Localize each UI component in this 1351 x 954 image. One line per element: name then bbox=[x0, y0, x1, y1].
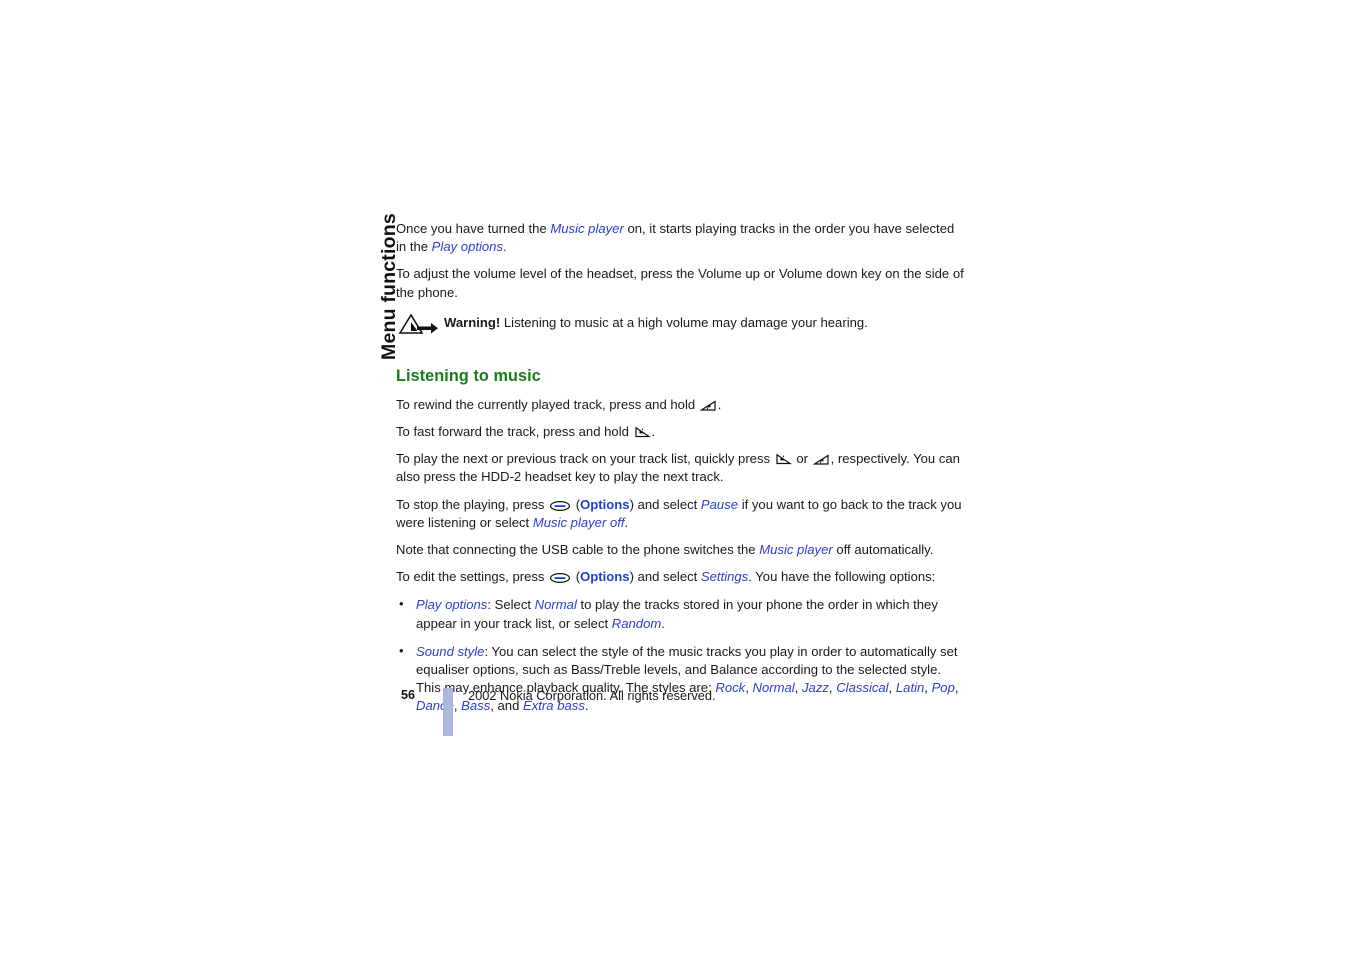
text-fragment: To stop the playing, press bbox=[396, 496, 549, 512]
section-heading: Listening to music bbox=[396, 366, 541, 385]
scroll-right-key-icon bbox=[775, 453, 792, 466]
soft-key-label-options: Options bbox=[580, 496, 630, 512]
text-fragment: . bbox=[503, 239, 507, 255]
options-soft-key-icon bbox=[549, 572, 571, 584]
text-fragment: To fast forward the track, press and hol… bbox=[396, 424, 633, 440]
text-fragment: Listening to music at a high volume may … bbox=[500, 314, 868, 330]
page-number: 56 bbox=[401, 688, 416, 702]
text-fragment: Note that connecting the USB cable to th… bbox=[396, 542, 760, 558]
ui-term-normal: Normal bbox=[534, 597, 577, 613]
scroll-left-key-icon bbox=[699, 399, 717, 412]
paragraph-rewind: To rewind the currently played track, pr… bbox=[396, 396, 966, 414]
text-fragment: or bbox=[792, 451, 812, 467]
text-fragment: To play the next or previous track on yo… bbox=[396, 451, 774, 467]
copyright-notice: 2002 Nokia Corporation. All rights reser… bbox=[468, 688, 716, 703]
text-fragment: . bbox=[661, 615, 665, 631]
warning-triangle-arrow-icon bbox=[398, 312, 440, 338]
side-tab: Menu functions bbox=[356, 213, 400, 362]
ui-term-play-options: Play options bbox=[431, 239, 504, 255]
ui-term-settings: Settings bbox=[700, 569, 749, 585]
ui-term-sound-style: Sound style bbox=[416, 643, 485, 659]
paragraph-fast-forward: To fast forward the track, press and hol… bbox=[396, 423, 966, 441]
soft-key-label-options: Options bbox=[580, 569, 630, 585]
paragraph-stop-playing: To stop the playing, press (Options) and… bbox=[396, 496, 966, 532]
text-fragment: To rewind the currently played track, pr… bbox=[396, 396, 699, 412]
text-fragment: : Select bbox=[487, 597, 535, 613]
ui-term-play-options: Play options bbox=[416, 597, 488, 613]
ui-term-music-player: Music player bbox=[759, 542, 833, 558]
paragraph-volume: To adjust the volume level of the headse… bbox=[396, 266, 964, 300]
manual-page: Menu functions Once you have turned the … bbox=[0, 0, 1351, 954]
text-fragment: . bbox=[651, 424, 656, 440]
text-fragment: ( bbox=[572, 496, 581, 512]
text-fragment: ) and select bbox=[629, 496, 701, 512]
page-content: Once you have turned the Music player on… bbox=[396, 220, 966, 726]
ui-term-random: Random bbox=[611, 615, 662, 631]
ui-term-pause: Pause bbox=[700, 496, 739, 512]
text-fragment: . bbox=[624, 514, 629, 530]
scroll-left-key-icon bbox=[812, 453, 830, 466]
footer-accent-bar bbox=[443, 688, 453, 736]
text-fragment: ( bbox=[572, 569, 581, 585]
paragraph-intro: Once you have turned the Music player on… bbox=[396, 220, 966, 256]
paragraph-usb-note: Note that connecting the USB cable to th… bbox=[396, 541, 966, 559]
options-soft-key-icon bbox=[549, 500, 571, 512]
text-fragment: off automatically. bbox=[832, 542, 934, 558]
list-item: Play options: Select Normal to play the … bbox=[396, 595, 966, 632]
ui-term-music-player: Music player bbox=[550, 221, 624, 236]
text-fragment: To edit the settings, press bbox=[396, 569, 549, 585]
page-footer: 56 2002 Nokia Corporation. All rights re… bbox=[396, 686, 966, 746]
warning-label: Warning! bbox=[444, 314, 501, 330]
warning-text: Warning! Listening to music at a high vo… bbox=[444, 315, 868, 330]
paragraph-edit-settings: To edit the settings, press (Options) an… bbox=[396, 568, 966, 586]
warning-block: Warning! Listening to music at a high vo… bbox=[396, 312, 966, 344]
paragraph-next-previous: To play the next or previous track on yo… bbox=[396, 450, 966, 486]
scroll-right-key-icon bbox=[634, 426, 651, 439]
text-fragment: ) and select bbox=[629, 569, 701, 585]
text-fragment: . You have the following options: bbox=[748, 569, 936, 585]
text-fragment: . bbox=[717, 396, 722, 412]
ui-term-music-player-off: Music player off bbox=[532, 514, 625, 530]
text-fragment: Once you have turned the bbox=[396, 221, 551, 236]
